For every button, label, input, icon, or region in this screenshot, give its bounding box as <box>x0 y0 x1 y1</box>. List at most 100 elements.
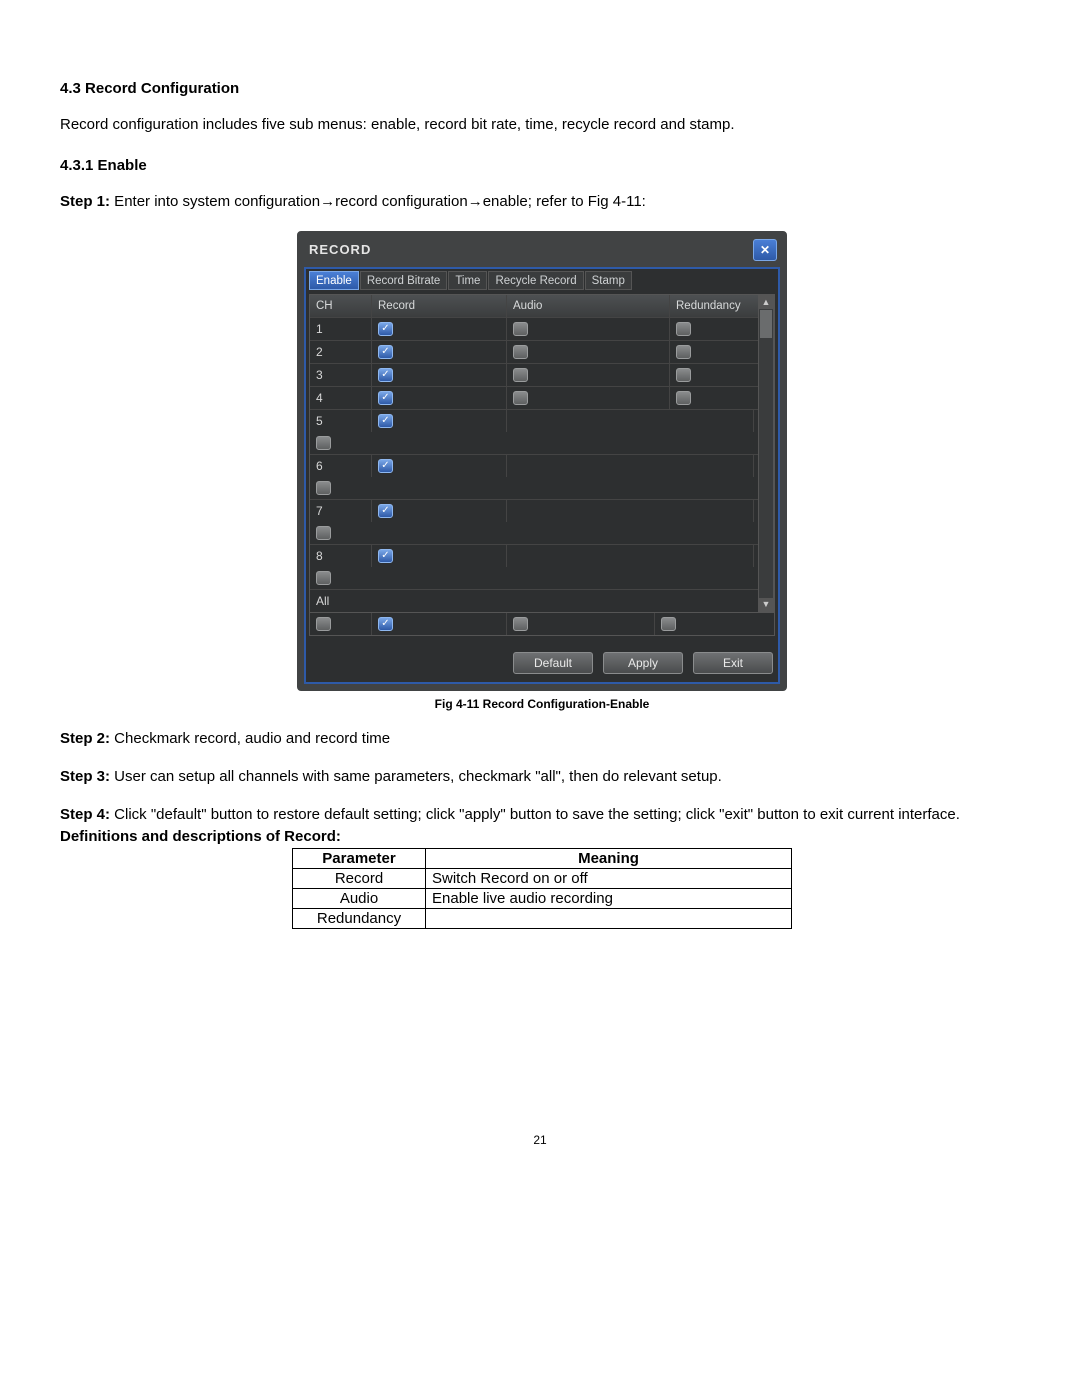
parameter-table: Parameter Meaning Record Switch Record o… <box>292 848 792 929</box>
section-heading: 4.3 Record Configuration <box>60 80 1024 97</box>
redundancy-checkbox[interactable] <box>676 391 691 405</box>
channel-row: 5 ✓ <box>310 409 758 454</box>
dvr-title-bar: RECORD ✕ <box>299 233 785 267</box>
redundancy-checkbox[interactable] <box>316 571 331 585</box>
scrollbar[interactable]: ▲ ▼ <box>758 295 774 612</box>
step4-label: Step 4: <box>60 806 110 823</box>
close-icon[interactable]: ✕ <box>753 239 777 261</box>
tab-record-bitrate[interactable]: Record Bitrate <box>360 271 448 290</box>
param-audio: Audio <box>293 888 426 908</box>
dvr-button-row: Default Apply Exit <box>309 652 775 676</box>
all-label: All <box>310 590 754 612</box>
ch-label: 3 <box>310 364 372 386</box>
definitions-heading: Definitions and descriptions of Record: <box>60 827 1024 847</box>
audio-checkbox[interactable] <box>513 322 528 336</box>
audio-checkbox[interactable] <box>513 391 528 405</box>
meaning-redundancy <box>426 908 792 928</box>
ch-label: 1 <box>310 318 372 340</box>
all-record-checkbox[interactable]: ✓ <box>378 617 393 631</box>
step-2: Step 2: Checkmark record, audio and reco… <box>60 729 1024 749</box>
channel-row: 7 ✓ <box>310 499 758 544</box>
dvr-body: Enable Record Bitrate Time Recycle Recor… <box>304 267 780 684</box>
record-checkbox[interactable]: ✓ <box>378 368 393 382</box>
figure-caption: Fig 4-11 Record Configuration-Enable <box>297 697 787 711</box>
dvr-title-text: RECORD <box>309 242 371 257</box>
record-checkbox[interactable]: ✓ <box>378 391 393 405</box>
ch-label: 8 <box>310 545 372 567</box>
grid-header: CH Record Audio Redundancy <box>310 295 758 317</box>
dvr-tab-bar: Enable Record Bitrate Time Recycle Recor… <box>309 271 775 290</box>
step-1: Step 1: Enter into system configuration→… <box>60 192 1024 212</box>
subsection-heading: 4.3.1 Enable <box>60 157 1024 174</box>
param-redundancy: Redundancy <box>293 908 426 928</box>
col-redundancy: Redundancy <box>670 295 754 317</box>
channel-row: 3 ✓ <box>310 363 758 386</box>
step4-text: Click "default" button to restore defaul… <box>110 806 960 823</box>
step1-text: Enter into system configuration→record c… <box>110 193 646 210</box>
record-checkbox[interactable]: ✓ <box>378 345 393 359</box>
channel-row: 8 ✓ <box>310 544 758 589</box>
exit-button[interactable]: Exit <box>693 652 773 674</box>
step1-label: Step 1: <box>60 193 110 210</box>
dvr-dialog: RECORD ✕ Enable Record Bitrate Time Recy… <box>297 231 787 691</box>
scroll-up-icon[interactable]: ▲ <box>759 296 773 309</box>
scroll-thumb[interactable] <box>760 310 772 338</box>
ch-label: 7 <box>310 500 372 522</box>
step3-label: Step 3: <box>60 768 110 785</box>
tab-time[interactable]: Time <box>448 271 487 290</box>
record-checkbox[interactable]: ✓ <box>378 322 393 336</box>
redundancy-checkbox[interactable] <box>676 322 691 336</box>
page-number: 21 <box>0 1133 1080 1147</box>
step2-text: Checkmark record, audio and record time <box>110 730 390 747</box>
table-header-row: Parameter Meaning <box>293 848 792 868</box>
channel-row: 1 ✓ <box>310 317 758 340</box>
step-4: Step 4: Click "default" button to restor… <box>60 805 1024 825</box>
channel-row: 4 ✓ <box>310 386 758 409</box>
record-checkbox[interactable]: ✓ <box>378 504 393 518</box>
scroll-down-icon[interactable]: ▼ <box>759 598 773 611</box>
redundancy-checkbox[interactable] <box>316 526 331 540</box>
param-record: Record <box>293 868 426 888</box>
record-checkbox[interactable]: ✓ <box>378 549 393 563</box>
apply-button[interactable]: Apply <box>603 652 683 674</box>
redundancy-checkbox[interactable] <box>316 436 331 450</box>
table-row: Record Switch Record on or off <box>293 868 792 888</box>
tab-stamp[interactable]: Stamp <box>585 271 632 290</box>
ch-label: 5 <box>310 410 372 432</box>
col-record: Record <box>372 295 507 317</box>
th-parameter: Parameter <box>293 848 426 868</box>
all-label-row: All <box>310 589 758 612</box>
ch-label: 4 <box>310 387 372 409</box>
section-intro: Record configuration includes five sub m… <box>60 115 1024 135</box>
step2-label: Step 2: <box>60 730 110 747</box>
all-select-checkbox[interactable] <box>316 617 331 631</box>
redundancy-checkbox[interactable] <box>316 481 331 495</box>
audio-checkbox[interactable] <box>513 345 528 359</box>
meaning-audio: Enable live audio recording <box>426 888 792 908</box>
th-meaning: Meaning <box>426 848 792 868</box>
tab-enable[interactable]: Enable <box>309 271 359 290</box>
table-row: Redundancy <box>293 908 792 928</box>
definitions-heading-text: Definitions and descriptions of Record: <box>60 828 341 845</box>
step-3: Step 3: User can setup all channels with… <box>60 767 1024 787</box>
redundancy-checkbox[interactable] <box>676 345 691 359</box>
col-audio: Audio <box>507 295 670 317</box>
ch-label: 6 <box>310 455 372 477</box>
channel-row: 2 ✓ <box>310 340 758 363</box>
default-button[interactable]: Default <box>513 652 593 674</box>
tab-recycle-record[interactable]: Recycle Record <box>488 271 583 290</box>
figure-record-enable: RECORD ✕ Enable Record Bitrate Time Recy… <box>297 231 787 711</box>
record-checkbox[interactable]: ✓ <box>378 414 393 428</box>
dvr-channel-grid: CH Record Audio Redundancy 1 ✓ <box>309 294 775 613</box>
channel-row: 6 ✓ <box>310 454 758 499</box>
all-redundancy-checkbox[interactable] <box>661 617 676 631</box>
redundancy-checkbox[interactable] <box>676 368 691 382</box>
ch-label: 2 <box>310 341 372 363</box>
col-ch: CH <box>310 295 372 317</box>
step3-text: User can setup all channels with same pa… <box>110 768 722 785</box>
record-checkbox[interactable]: ✓ <box>378 459 393 473</box>
audio-checkbox[interactable] <box>513 368 528 382</box>
all-audio-checkbox[interactable] <box>513 617 528 631</box>
meaning-record: Switch Record on or off <box>426 868 792 888</box>
table-row: Audio Enable live audio recording <box>293 888 792 908</box>
